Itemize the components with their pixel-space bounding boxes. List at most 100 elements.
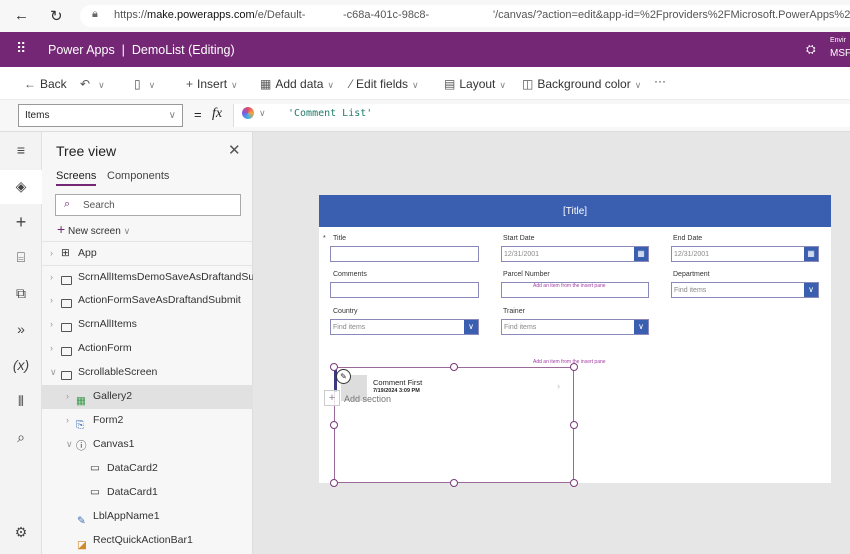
department-dropdown[interactable]: Find items ∨ — [671, 282, 819, 298]
fx-icon: fx — [212, 106, 223, 121]
add-section-label[interactable]: Add section — [344, 394, 391, 404]
edit-fields-icon: ⁄ — [350, 77, 353, 91]
resize-handle[interactable] — [330, 479, 338, 487]
insert-icon[interactable]: + — [0, 212, 42, 233]
search-icon[interactable]: ⌕ — [0, 429, 42, 446]
chevron-right-icon[interactable]: › — [50, 319, 53, 329]
add-section-icon[interactable]: + — [324, 390, 340, 406]
tree-item[interactable]: › ScrnAllItemsDemoSaveAsDraftandSubmit — [42, 265, 274, 289]
chevron-down-icon[interactable]: ∨ — [259, 108, 266, 119]
comments-input[interactable] — [330, 282, 479, 298]
required-marker: * — [323, 235, 326, 242]
end-date-picker[interactable]: 12/31/2001 ▦ — [671, 246, 819, 262]
environment-icon[interactable]: ⛭ — [806, 42, 816, 57]
chevron-down-icon[interactable]: ∨ — [464, 320, 478, 334]
chevron-down-icon[interactable]: ∨ — [804, 283, 818, 297]
resize-handle[interactable] — [450, 479, 458, 487]
search-input[interactable]: ⌕ Search — [55, 194, 241, 216]
back-arrow-icon[interactable]: ← — [14, 7, 29, 24]
chevron-right-icon[interactable]: › — [66, 391, 69, 401]
tree-item[interactable]: ◪ RectQuickActionBar1 — [42, 529, 253, 553]
copilot-icon[interactable] — [242, 107, 254, 119]
property-dropdown[interactable]: Items ∨ — [18, 104, 183, 127]
settings-icon[interactable]: ⚙ — [0, 524, 42, 541]
address-bar[interactable]: 🔒︎ https://make.powerapps.com/e/Default-… — [80, 5, 850, 27]
variables-icon[interactable]: (x) — [0, 357, 42, 373]
start-date-picker[interactable]: 12/31/2001 ▦ — [501, 246, 649, 262]
edit-fields-label: Edit fields — [356, 77, 409, 91]
resize-handle[interactable] — [450, 363, 458, 371]
formula-input[interactable]: ∨ 'Comment List' — [233, 104, 850, 127]
chevron-down-icon[interactable]: ∨ — [98, 80, 105, 90]
tree-item[interactable]: ✎ LblAppName1 — [42, 505, 253, 529]
layout-button[interactable]: ▤ Layout ∨ — [444, 77, 506, 91]
tree-item[interactable]: ∨ ⓘ Canvas1 — [42, 433, 253, 457]
tree-item-label: LblAppName1 — [93, 510, 160, 522]
edit-fields-button[interactable]: ⁄ Edit fields ∨ — [350, 77, 419, 91]
resize-handle[interactable] — [570, 363, 578, 371]
chevron-down-icon: ∨ — [168, 110, 176, 121]
tree-item[interactable]: › ActionFormSaveAsDraftandSubmit — [42, 289, 253, 313]
paste-button[interactable]: ▯ ∨ — [134, 77, 155, 91]
chevron-right-icon[interactable]: › — [557, 381, 560, 391]
tree-item[interactable]: ▭ DataCard1 — [42, 481, 253, 505]
tree-item-label: RectQuickActionBar1 — [93, 534, 193, 546]
chevron-down-icon[interactable]: ∨ — [66, 439, 73, 450]
chevron-right-icon[interactable]: › — [50, 248, 53, 258]
menu-icon[interactable]: ≡ — [0, 142, 42, 158]
tree-item[interactable]: ▭ DataCard2 — [42, 457, 253, 481]
edit-pencil-icon[interactable]: ✎ — [336, 369, 351, 384]
tree-item[interactable]: › ▦ Gallery2 — [42, 385, 253, 409]
environment-label: Envir — [830, 37, 846, 44]
chevron-right-icon[interactable]: › — [66, 415, 69, 425]
close-icon[interactable]: ✕ — [228, 141, 241, 159]
panel-title: Tree view — [56, 143, 117, 159]
gallery-selection[interactable] — [334, 367, 574, 483]
country-dropdown[interactable]: Find items ∨ — [330, 319, 479, 335]
chevron-right-icon[interactable]: › — [50, 272, 53, 282]
chevron-down-icon[interactable]: ∨ — [149, 80, 156, 90]
resize-handle[interactable] — [330, 363, 338, 371]
resize-handle[interactable] — [570, 421, 578, 429]
calendar-icon[interactable]: ▦ — [634, 247, 648, 261]
data-icon[interactable]: ⌸ — [0, 249, 42, 266]
tree-view-icon[interactable]: ◈ — [0, 170, 42, 204]
tab-screens[interactable]: Screens — [56, 170, 97, 186]
chevron-down-icon[interactable]: ∨ — [50, 367, 57, 378]
insert-button[interactable]: + Insert ∨ — [186, 77, 238, 91]
tab-components[interactable]: Components — [107, 170, 169, 182]
trainer-label: Trainer — [503, 308, 525, 315]
waffle-icon[interactable]: ⠿ — [16, 40, 26, 57]
tree-item[interactable]: › ⊞ App — [42, 241, 253, 265]
background-color-button[interactable]: ◫ Background color ∨ — [522, 77, 641, 91]
advanced-tools-icon[interactable]: ⫴ — [0, 393, 42, 410]
resize-handle[interactable] — [330, 421, 338, 429]
add-data-label: Add data — [275, 77, 324, 91]
new-screen-button[interactable]: + New screen ∨ — [57, 221, 130, 237]
chevron-right-icon[interactable]: › — [50, 343, 53, 353]
more-button[interactable]: ··· — [654, 74, 666, 88]
refresh-icon[interactable]: ↻ — [50, 7, 63, 25]
url-path: /e/Default- — [254, 9, 306, 21]
resize-handle[interactable] — [570, 479, 578, 487]
calendar-icon[interactable]: ▦ — [804, 247, 818, 261]
chevron-down-icon[interactable]: ∨ — [634, 320, 648, 334]
comments-label: Comments — [333, 271, 367, 278]
tree-item[interactable]: ∨ ScrollableScreen — [42, 361, 253, 385]
trainer-placeholder: Find items — [504, 324, 537, 331]
title-input[interactable] — [330, 246, 479, 262]
tree-item[interactable]: › ScrnAllItems — [42, 313, 253, 337]
back-button[interactable]: ← Back — [24, 77, 67, 91]
power-automate-icon[interactable]: » — [0, 321, 42, 337]
clipboard-icon: ▯ — [134, 77, 141, 91]
undo-button[interactable]: ↶ ∨ — [80, 77, 105, 91]
chevron-right-icon[interactable]: › — [50, 295, 53, 305]
tree-item[interactable]: › ActionForm — [42, 337, 253, 361]
url-part: -c68a-401c-98c8- — [343, 9, 430, 21]
end-date-label: End Date — [673, 235, 703, 242]
tree-item[interactable]: › ⎘ Form2 — [42, 409, 253, 433]
tree-item-label: Canvas1 — [93, 438, 135, 450]
media-icon[interactable]: ⧉ — [0, 285, 42, 302]
trainer-dropdown[interactable]: Find items ∨ — [501, 319, 649, 335]
add-data-button[interactable]: ▦ Add data ∨ — [260, 77, 334, 91]
